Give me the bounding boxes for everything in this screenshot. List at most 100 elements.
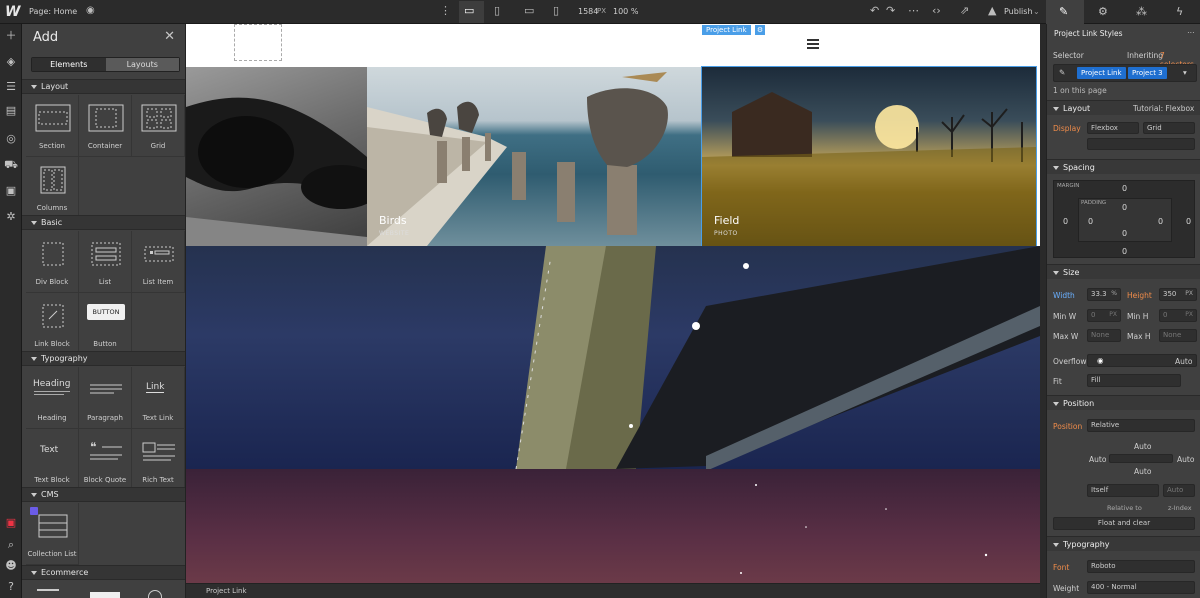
photo-field-selected[interactable]: Field PHOTO	[701, 66, 1037, 247]
tile-list[interactable]: List	[79, 231, 132, 293]
publish-button[interactable]: Publish	[1004, 7, 1033, 16]
lightning-icon[interactable]: ϟ	[1176, 5, 1183, 18]
brush-icon[interactable]: ✎	[1059, 5, 1068, 18]
tile-block-quote[interactable]: ❝ Block Quote	[79, 429, 132, 491]
tile-div-block[interactable]: Div Block	[26, 231, 79, 293]
section-size[interactable]: Size	[1047, 264, 1200, 279]
width-input[interactable]: 33.3%	[1087, 288, 1121, 301]
tutorial-link[interactable]: Tutorial: Flexbox	[1133, 104, 1194, 113]
mobile-landscape-icon[interactable]: ▭	[524, 4, 534, 17]
design-canvas[interactable]: Birds WEBSITE Field PHOTO Project Link ⚙	[186, 24, 1040, 583]
help-icon[interactable]: ?	[4, 580, 18, 594]
section-cms[interactable]: CMS	[22, 487, 185, 502]
max-width-input[interactable]: None	[1087, 329, 1121, 342]
tile-container[interactable]: Container	[79, 95, 132, 157]
selected-element-tag[interactable]: Project Link	[702, 25, 751, 35]
fit-select[interactable]: Fill	[1087, 374, 1181, 387]
desktop-star-icon[interactable]: ▭	[464, 4, 474, 17]
more-vertical-icon[interactable]: ⋮	[440, 4, 451, 17]
photo-birds[interactable]: Birds WEBSITE	[367, 67, 701, 246]
cms-icon[interactable]: ◎	[4, 132, 18, 146]
ecommerce-icon[interactable]: ⛟	[4, 158, 18, 172]
position-bottom[interactable]: Auto	[1134, 467, 1151, 476]
users-icon[interactable]: ☻	[4, 559, 18, 573]
position-top[interactable]: Auto	[1134, 442, 1151, 451]
section-layout[interactable]: Layout	[22, 79, 185, 94]
chevron-down-icon[interactable]: ⌄	[1033, 7, 1040, 16]
selector-edit-icon[interactable]: ✎	[1059, 68, 1065, 77]
tile-collection-list[interactable]: Collection List	[26, 503, 79, 565]
navigator-icon[interactable]: ☰	[4, 80, 18, 94]
spacing-box[interactable]: MARGIN PADDING 0 0 0 0 0 0 0 0	[1053, 180, 1195, 258]
photo-bridge[interactable]	[186, 246, 1040, 469]
more-icon[interactable]: ⋯	[1187, 28, 1195, 37]
record-icon[interactable]: ▣	[4, 516, 18, 530]
overflow-auto[interactable]: Auto	[1175, 357, 1192, 366]
margin-right[interactable]: 0	[1186, 217, 1191, 226]
zindex-input[interactable]: Auto	[1163, 484, 1195, 497]
tile-list-item[interactable]: List Item	[132, 231, 185, 293]
tile-text-block[interactable]: Text Text Block	[26, 429, 79, 491]
min-width-input[interactable]: 0 PX	[1087, 309, 1121, 322]
mobile-portrait-icon[interactable]: ▯	[553, 4, 559, 17]
chevron-down-icon[interactable]: ▾	[1183, 68, 1187, 77]
margin-top[interactable]: 0	[1122, 184, 1127, 193]
code-icon[interactable]: ‹›	[932, 4, 941, 17]
tile-heading[interactable]: Heading Heading	[26, 367, 79, 429]
display-block-options[interactable]	[1087, 138, 1195, 150]
eye-icon[interactable]: ◉	[1097, 356, 1104, 365]
height-input[interactable]: 350 PX	[1159, 288, 1197, 301]
float-clear-toggle[interactable]: Float and clear	[1053, 517, 1195, 530]
settings-icon[interactable]: ✲	[4, 210, 18, 224]
margin-left[interactable]: 0	[1063, 217, 1068, 226]
pages-icon[interactable]: ▤	[4, 104, 18, 118]
tile-rich-text[interactable]: Rich Text	[132, 429, 185, 491]
undo-icon[interactable]: ↶	[870, 4, 879, 17]
section-position[interactable]: Position	[1047, 395, 1200, 410]
preview-eye-icon[interactable]: ◉	[86, 5, 95, 16]
padding-bottom[interactable]: 0	[1122, 229, 1127, 238]
selector-chip[interactable]: Project 3	[1128, 67, 1167, 79]
margin-bottom[interactable]: 0	[1122, 247, 1127, 256]
selector-chip[interactable]: Project Link	[1077, 67, 1126, 79]
display-flexbox[interactable]: Flexbox	[1087, 122, 1139, 134]
search-icon[interactable]: ⌕	[4, 538, 18, 552]
gear-icon[interactable]: ⚙	[1098, 5, 1108, 18]
tablet-icon[interactable]: ▯	[494, 4, 500, 17]
close-icon[interactable]: ✕	[164, 29, 175, 44]
tile-link-block[interactable]: Link Block	[26, 293, 79, 355]
tile-columns[interactable]: Columns	[26, 157, 79, 219]
max-height-input[interactable]: None	[1159, 329, 1197, 342]
section-spacing[interactable]: Spacing	[1047, 159, 1200, 174]
tile-section[interactable]: Section	[26, 95, 79, 157]
section-typography[interactable]: Typography	[22, 351, 185, 366]
hamburger-menu-icon[interactable]	[807, 39, 819, 49]
add-icon[interactable]: ＋	[4, 29, 18, 43]
cube-icon[interactable]: ◈	[4, 55, 18, 69]
tab-elements[interactable]: Elements	[32, 58, 106, 71]
section-basic[interactable]: Basic	[22, 215, 185, 230]
position-left[interactable]: Auto	[1089, 455, 1106, 464]
section-ecommerce[interactable]: Ecommerce	[22, 565, 185, 580]
tile-grid[interactable]: Grid	[132, 95, 185, 157]
empty-div-placeholder[interactable]	[234, 24, 282, 61]
redo-icon[interactable]: ↷	[886, 4, 895, 17]
tile-paragraph[interactable]: Paragraph	[79, 367, 132, 429]
relative-to-select[interactable]: Itself	[1087, 484, 1159, 497]
position-right[interactable]: Auto	[1177, 455, 1194, 464]
section-typography[interactable]: Typography	[1047, 536, 1200, 551]
photo-night-sky[interactable]	[186, 469, 1040, 583]
photo-sunglasses[interactable]	[186, 67, 367, 246]
assets-icon[interactable]: ▣	[4, 184, 18, 198]
padding-top[interactable]: 0	[1122, 203, 1127, 212]
display-grid[interactable]: Grid	[1143, 122, 1195, 134]
page-selector[interactable]: Page: Home	[29, 7, 77, 16]
padding-left[interactable]: 0	[1088, 217, 1093, 226]
min-height-input[interactable]: 0 PX	[1159, 309, 1197, 322]
tile-text-link[interactable]: Link Text Link	[132, 367, 185, 429]
weight-select[interactable]: 400 - Normal	[1087, 581, 1195, 594]
webflow-logo[interactable]: W	[5, 4, 20, 20]
export-icon[interactable]: ⇗	[960, 4, 969, 17]
padding-right[interactable]: 0	[1158, 217, 1163, 226]
tab-layouts[interactable]: Layouts	[105, 58, 179, 71]
